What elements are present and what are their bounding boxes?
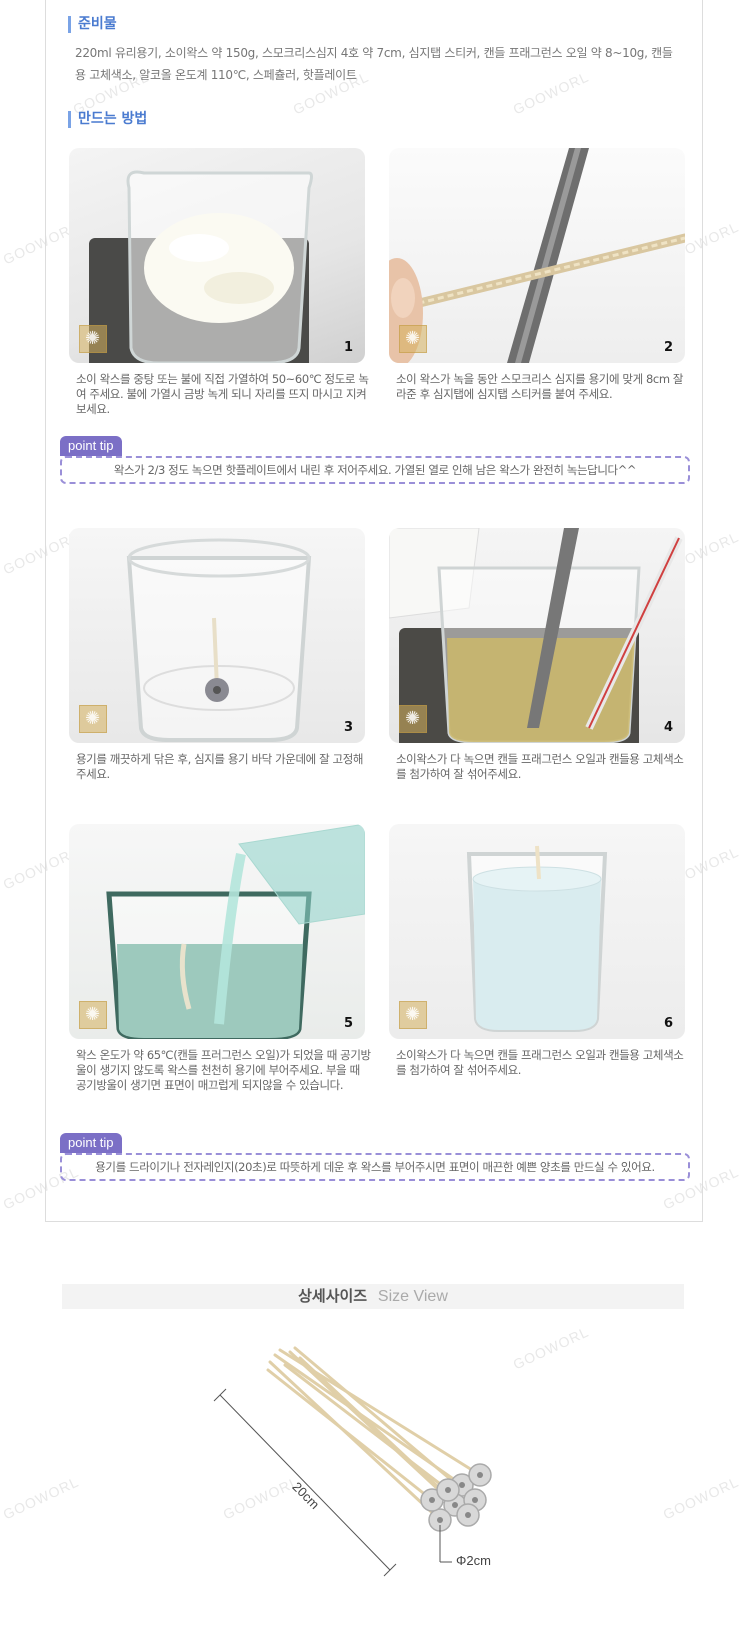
wick-bundle-illustration — [213, 1346, 492, 1577]
step-number: 3 — [343, 720, 353, 735]
glass-with-wick-illustration — [126, 538, 312, 742]
pouring-wax-illustration — [106, 824, 365, 1039]
step-photo-4: 4 — [389, 528, 685, 743]
watermark: GOOWORL — [660, 1473, 742, 1523]
size-view-title-ko: 상세사이즈 — [298, 1287, 368, 1305]
materials-text: 220ml 유리용기, 소이왁스 약 150g, 스모크리스심지 4호 약 7c… — [75, 46, 673, 82]
beaker-with-oil-illustration — [389, 528, 683, 743]
beaker-with-wax-illustration — [89, 170, 313, 363]
point-tip-text: 왁스가 2/3 정도 녹으면 핫플레이트에서 내린 후 저어주세요. 가열된 열… — [60, 456, 690, 484]
step-number: 1 — [343, 340, 353, 355]
step-description-2: 소이 왁스가 녹을 동안 스모크리스 심지를 용기에 맞게 8cm 잘라준 후 … — [396, 372, 684, 401]
brand-logo — [399, 705, 427, 733]
step-photo-3: 3 — [69, 528, 365, 743]
watermark: GOOWORL — [0, 1473, 82, 1523]
finished-candle-illustration — [466, 845, 608, 1032]
point-tip-label: point tip — [60, 436, 122, 456]
step-description-1: 소이 왁스를 중탕 또는 불에 직접 가열하여 50~60℃ 정도로 녹여 주세… — [76, 372, 369, 416]
step-description-5: 왁스 온도가 약 65℃(캔들 프러그런스 오일)가 되었을 때 공기방울이 생… — [76, 1048, 371, 1092]
method-heading: 만드는 방법 — [68, 111, 147, 128]
step-description-3: 용기를 깨끗하게 닦은 후, 심지를 용기 바닥 가운데에 잘 고정해 주세요. — [76, 752, 364, 781]
step-number: 5 — [343, 1016, 353, 1031]
step-photo-2: 2 — [389, 148, 685, 363]
step-description-4: 소이왁스가 다 녹으면 캔들 프래그런스 오일과 캔들용 고체색소를 첨가하여 … — [396, 752, 684, 781]
brand-logo — [79, 325, 107, 353]
size-view-title-en: Size View — [377, 1288, 448, 1305]
size-view-header: 상세사이즈 Size View — [62, 1284, 684, 1309]
step-number: 2 — [663, 340, 673, 355]
step-number: 6 — [663, 1016, 673, 1031]
brand-logo — [399, 325, 427, 353]
wick-cutting-illustration — [389, 148, 685, 363]
step-description-6: 소이왁스가 다 녹으면 캔들 프래그런스 오일과 캔들용 고체색소를 첨가하여 … — [396, 1048, 684, 1077]
step-photo-1: 1 — [69, 148, 365, 363]
step-number: 4 — [663, 720, 673, 735]
step-photo-5: 5 — [69, 824, 365, 1039]
brand-logo — [79, 705, 107, 733]
point-tip-text: 용기를 드라이기나 전자레인지(20초)로 따뜻하게 데운 후 왁스를 부어주시… — [60, 1153, 690, 1181]
diameter-label: Φ2cm — [456, 1553, 491, 1568]
brand-logo — [399, 1001, 427, 1029]
materials-heading: 준비물 — [68, 16, 117, 33]
step-photo-6: 6 — [389, 824, 685, 1039]
point-tip-label: point tip — [60, 1133, 122, 1153]
brand-logo — [79, 1001, 107, 1029]
